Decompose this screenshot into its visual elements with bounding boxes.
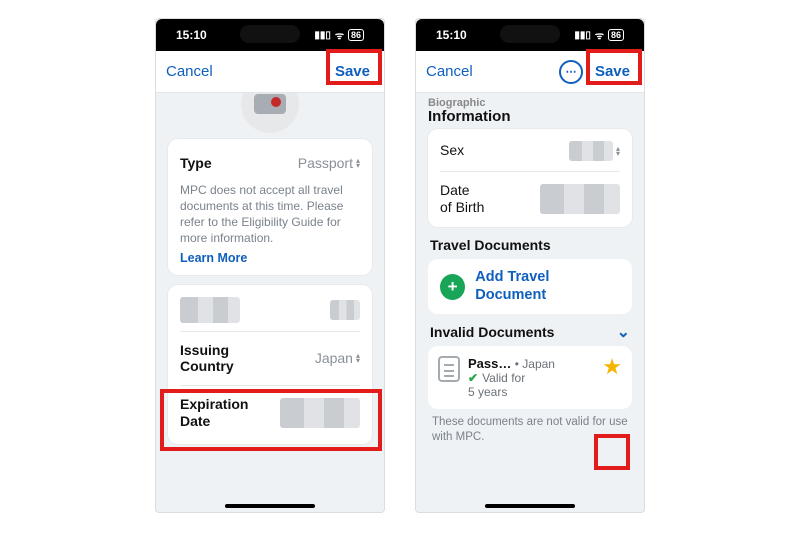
chevron-updown-icon: ▴▾ bbox=[356, 353, 360, 363]
nav-bar: Cancel Save bbox=[156, 51, 384, 93]
doc-number-row[interactable] bbox=[180, 293, 360, 327]
issuing-country-row[interactable]: IssuingCountry Japan ▴▾ bbox=[180, 336, 360, 382]
document-icon bbox=[438, 356, 460, 382]
issuing-country-value: Japan ▴▾ bbox=[315, 350, 360, 366]
content-area: Type Passport ▴▾ MPC does not accept all… bbox=[156, 93, 384, 512]
content-area: Biographic Information Sex ▴▾ Dateof Bir… bbox=[416, 93, 644, 512]
expiration-row[interactable]: ExpirationDate bbox=[180, 390, 360, 436]
phone-left: 15:10 ▮▮▯ ᯤ 86 Cancel Save Type Passport… bbox=[155, 18, 385, 513]
issuing-country-label: IssuingCountry bbox=[180, 342, 234, 376]
status-bar: 15:10 ▮▮▯ ᯤ 86 bbox=[156, 19, 384, 51]
sex-value: ▴▾ bbox=[569, 141, 620, 161]
status-bar: 15:10 ▮▮▯ ᯤ 86 bbox=[416, 19, 644, 51]
section-invalid-documents[interactable]: Invalid Documents ⌄ bbox=[430, 322, 630, 342]
type-card: Type Passport ▴▾ MPC does not accept all… bbox=[168, 139, 372, 275]
redacted-value bbox=[540, 184, 620, 214]
chevron-down-icon: ⌄ bbox=[617, 322, 630, 342]
redacted-value bbox=[180, 297, 240, 323]
nav-bar: Cancel ⋯ Save bbox=[416, 51, 644, 93]
battery-indicator: 86 bbox=[348, 29, 364, 41]
type-row[interactable]: Type Passport ▴▾ bbox=[180, 149, 360, 178]
expiration-label: ExpirationDate bbox=[180, 396, 248, 430]
type-label: Type bbox=[180, 155, 212, 172]
wifi-icon: ᯤ bbox=[335, 28, 344, 42]
status-time: 15:10 bbox=[436, 28, 467, 42]
add-travel-document-label: Add Travel Document bbox=[475, 269, 620, 304]
invalid-documents-footnote: These documents are not valid for use wi… bbox=[432, 415, 628, 445]
more-options-button[interactable]: ⋯ bbox=[559, 60, 583, 84]
home-indicator[interactable] bbox=[485, 504, 575, 508]
signal-icon: ▮▮▯ bbox=[574, 30, 591, 41]
cancel-button[interactable]: Cancel bbox=[166, 63, 213, 80]
status-right: ▮▮▯ ᯤ 86 bbox=[314, 28, 364, 42]
invalid-documents-label: Invalid Documents bbox=[430, 324, 554, 340]
battery-indicator: 86 bbox=[608, 29, 624, 41]
document-country: Japan bbox=[522, 357, 555, 371]
section-travel-documents: Travel Documents bbox=[430, 237, 630, 253]
avatar-clip bbox=[168, 93, 372, 133]
redacted-value bbox=[330, 300, 360, 320]
learn-more-link[interactable]: Learn More bbox=[180, 251, 360, 265]
status-time: 15:10 bbox=[176, 28, 207, 42]
save-button[interactable]: Save bbox=[331, 63, 374, 80]
cancel-button[interactable]: Cancel bbox=[426, 63, 473, 80]
chevron-updown-icon: ▴▾ bbox=[356, 158, 360, 168]
save-button[interactable]: Save bbox=[591, 63, 634, 80]
signal-icon: ▮▮▯ bbox=[314, 30, 331, 41]
notch bbox=[500, 25, 560, 43]
camera-icon bbox=[254, 94, 286, 114]
chevron-updown-icon: ▴▾ bbox=[616, 146, 620, 156]
type-helper-text: MPC does not accept all travel documents… bbox=[180, 178, 360, 251]
check-icon: ✔ bbox=[468, 371, 478, 385]
document-details-card: IssuingCountry Japan ▴▾ ExpirationDate bbox=[168, 285, 372, 444]
bio-card: Sex ▴▾ Dateof Birth bbox=[428, 129, 632, 228]
star-favorite-button[interactable]: ★ bbox=[602, 356, 622, 378]
camera-avatar[interactable] bbox=[241, 93, 299, 133]
dob-row[interactable]: Dateof Birth bbox=[440, 176, 620, 222]
phone-right: 15:10 ▮▮▯ ᯤ 86 Cancel ⋯ Save Biographic … bbox=[415, 18, 645, 513]
document-title: Pass… bbox=[468, 356, 511, 371]
sex-row[interactable]: Sex ▴▾ bbox=[440, 135, 620, 167]
wifi-icon: ᯤ bbox=[595, 28, 604, 42]
type-value: Passport ▴▾ bbox=[298, 155, 360, 171]
home-indicator[interactable] bbox=[225, 504, 315, 508]
section-biographic: Biographic Information bbox=[428, 97, 632, 125]
status-right: ▮▮▯ ᯤ 86 bbox=[574, 28, 624, 42]
redacted-value bbox=[569, 141, 613, 161]
sex-label: Sex bbox=[440, 142, 464, 159]
add-travel-document-button[interactable]: + Add Travel Document bbox=[428, 259, 632, 314]
invalid-document-item[interactable]: Pass… • Japan ✔ Valid for 5 years ★ bbox=[428, 346, 632, 409]
notch bbox=[240, 25, 300, 43]
document-body: Pass… • Japan ✔ Valid for 5 years bbox=[468, 356, 594, 399]
plus-circle-icon: + bbox=[440, 274, 465, 300]
dob-label: Dateof Birth bbox=[440, 182, 484, 216]
redacted-value bbox=[280, 398, 360, 428]
